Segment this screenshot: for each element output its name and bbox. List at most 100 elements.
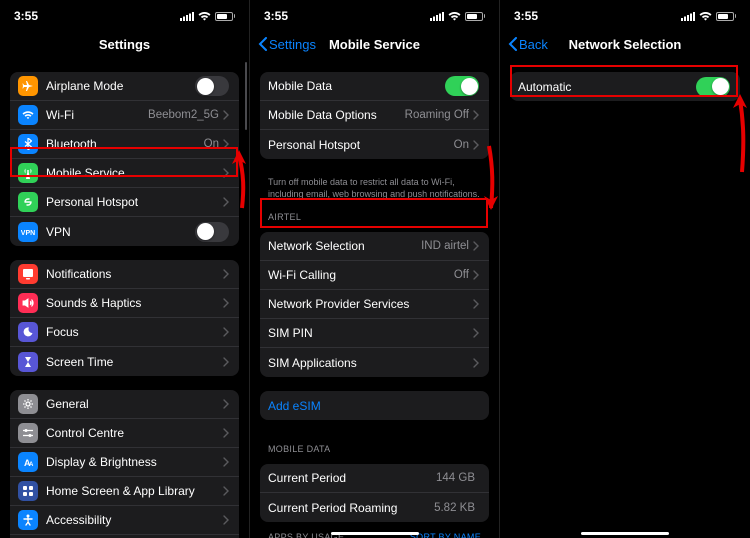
- row-screentime[interactable]: Screen Time: [10, 347, 239, 376]
- row-simpin[interactable]: SIM PIN: [260, 319, 489, 348]
- wifi-icon: [699, 12, 712, 21]
- scroll-indicator[interactable]: [245, 62, 248, 130]
- row-access[interactable]: Accessibility: [10, 506, 239, 535]
- row-home[interactable]: Home Screen & App Library: [10, 477, 239, 506]
- row-automatic[interactable]: Automatic: [510, 72, 740, 101]
- row-npsvc[interactable]: Network Provider Services: [260, 290, 489, 319]
- settings-list[interactable]: Airplane Mode Wi-FiBeebom2_5GBluetoothOnM…: [0, 60, 249, 538]
- nav-bar: Settings Mobile Service: [250, 28, 499, 60]
- bt-icon: [18, 134, 38, 154]
- row-focus[interactable]: Focus: [10, 318, 239, 347]
- row-label: Network Provider Services: [268, 297, 473, 311]
- text-icon: AA: [18, 452, 38, 472]
- row-sounds[interactable]: Sounds & Haptics: [10, 289, 239, 318]
- row-label: VPN: [46, 225, 195, 239]
- toggle-automatic[interactable]: [696, 77, 730, 97]
- wifi-icon: [198, 12, 211, 21]
- chevron-right-icon: [223, 357, 229, 367]
- home-indicator[interactable]: [581, 532, 669, 536]
- gear-icon: [18, 394, 38, 414]
- chevron-right-icon: [223, 399, 229, 409]
- toggle-airplane[interactable]: [195, 76, 229, 96]
- toggle-vpn[interactable]: [195, 222, 229, 242]
- toggle-mdata[interactable]: [445, 76, 479, 96]
- status-bar: 3:55 64: [250, 0, 499, 28]
- row-label: Wi-Fi Calling: [268, 268, 454, 282]
- row-label: General: [46, 397, 223, 411]
- row-label: Automatic: [518, 80, 696, 94]
- chevron-right-icon: [223, 298, 229, 308]
- row-mdata[interactable]: Mobile Data: [260, 72, 489, 101]
- status-time: 3:55: [14, 9, 38, 23]
- chevron-right-icon: [223, 139, 229, 149]
- row-value: 5.82 KB: [434, 502, 475, 514]
- row-label: Accessibility: [46, 513, 223, 527]
- row-hotspot[interactable]: Personal Hotspot: [10, 188, 239, 217]
- nav-bar: Settings: [0, 28, 249, 60]
- page-title: Settings: [99, 37, 150, 52]
- row-control[interactable]: Control Centre: [10, 419, 239, 448]
- row-vpn[interactable]: VPNVPN: [10, 217, 239, 246]
- airplane-icon: [18, 76, 38, 96]
- row-label: Add eSIM: [268, 399, 479, 413]
- row-value: IND airtel: [421, 240, 469, 252]
- row-label: Sounds & Haptics: [46, 296, 223, 310]
- row-netsel[interactable]: Network SelectionIND airtel: [260, 232, 489, 261]
- speaker-icon: [18, 293, 38, 313]
- row-mdopt[interactable]: Mobile Data OptionsRoaming Off: [260, 101, 489, 130]
- battery-icon: 64: [215, 12, 236, 21]
- antenna-icon: [18, 163, 38, 183]
- nav-bar: Back Network Selection: [500, 28, 750, 60]
- row-notif[interactable]: Notifications: [10, 260, 239, 289]
- row-airplane[interactable]: Airplane Mode: [10, 72, 239, 101]
- back-button[interactable]: Back: [508, 37, 548, 52]
- row-display[interactable]: AADisplay & Brightness: [10, 448, 239, 477]
- row-general[interactable]: General: [10, 390, 239, 419]
- chevron-right-icon: [473, 299, 479, 309]
- status-time: 3:55: [514, 9, 538, 23]
- row-label: Mobile Data Options: [268, 108, 405, 122]
- chevron-left-icon: [258, 37, 267, 51]
- svg-text:A: A: [29, 462, 34, 467]
- row-value: Beebom2_5G: [148, 109, 219, 121]
- page-title: Network Selection: [569, 37, 682, 52]
- battery-icon: 64: [465, 12, 486, 21]
- hourglass-icon: [18, 352, 38, 372]
- row-mobile[interactable]: Mobile Service: [10, 159, 239, 188]
- chevron-right-icon: [473, 270, 479, 280]
- chevron-left-icon: [508, 37, 517, 51]
- row-label: Network Selection: [268, 239, 421, 253]
- row-value: Roaming Off: [405, 109, 469, 121]
- row-wifi[interactable]: Wi-FiBeebom2_5G: [10, 101, 239, 130]
- row-label: Personal Hotspot: [46, 195, 223, 209]
- network-selection-list[interactable]: Automatic: [500, 60, 750, 538]
- row-label: Bluetooth: [46, 137, 204, 151]
- mobile-service-list[interactable]: Mobile Data Mobile Data OptionsRoaming Of…: [250, 60, 499, 538]
- annotation-arrow: [228, 150, 250, 210]
- row-label: Mobile Data: [268, 79, 445, 93]
- chevron-right-icon: [473, 110, 479, 120]
- row-simapp[interactable]: SIM Applications: [260, 348, 489, 377]
- carrier-header: AIRTEL: [250, 202, 499, 224]
- mobile-data-header: MOBILE DATA: [250, 434, 499, 456]
- row-wificall[interactable]: Wi-Fi CallingOff: [260, 261, 489, 290]
- row-label: Personal Hotspot: [268, 138, 454, 152]
- screen-settings: 3:55 64 Settings Airplane Mode Wi-FiBeebo…: [0, 0, 250, 538]
- row-add-esim[interactable]: Add eSIM: [260, 391, 489, 420]
- chevron-right-icon: [223, 327, 229, 337]
- row-cperiod: Current Period144 GB: [260, 464, 489, 493]
- chevron-right-icon: [223, 110, 229, 120]
- chevron-right-icon: [223, 486, 229, 496]
- row-bt[interactable]: BluetoothOn: [10, 130, 239, 159]
- back-button[interactable]: Settings: [258, 37, 316, 52]
- wifi-icon: [448, 12, 461, 21]
- row-label: Airplane Mode: [46, 79, 195, 93]
- status-time: 3:55: [264, 9, 288, 23]
- row-label: SIM PIN: [268, 326, 473, 340]
- row-phot[interactable]: Personal HotspotOn: [260, 130, 489, 159]
- moon-icon: [18, 322, 38, 342]
- row-label: Control Centre: [46, 426, 223, 440]
- chevron-right-icon: [223, 515, 229, 525]
- sort-button[interactable]: SORT BY NAME: [410, 532, 481, 538]
- home-indicator[interactable]: [331, 532, 419, 536]
